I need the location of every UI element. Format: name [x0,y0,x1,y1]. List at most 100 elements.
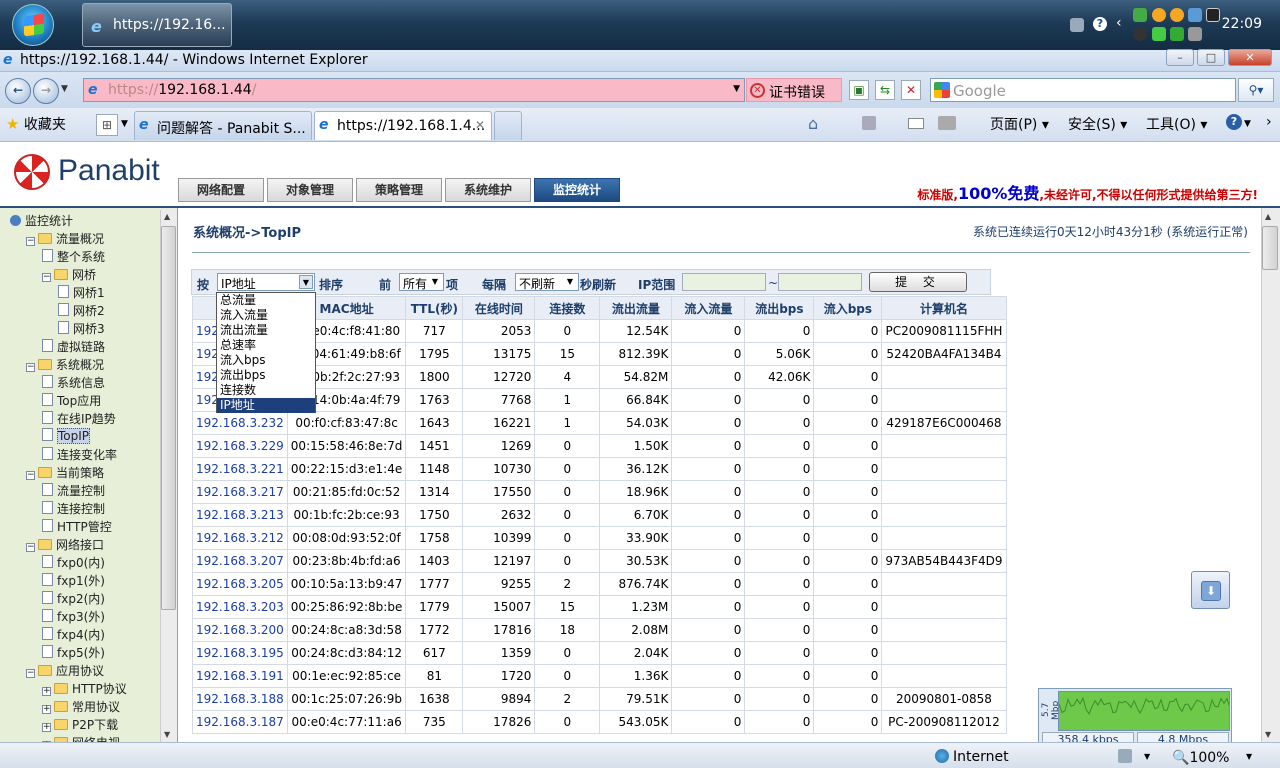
mail-icon[interactable] [908,118,924,129]
app-tray-icon[interactable] [1188,27,1202,41]
ip-link[interactable]: 192.168.3.207 [192,549,288,573]
back-button[interactable]: ← [5,78,31,104]
quick-tabs-button[interactable]: ⊞ [96,114,118,136]
app-tray-icon[interactable] [1133,27,1147,41]
sidebar-item[interactable]: 网桥1 [58,284,105,301]
ip-link[interactable]: 192.168.3.229 [192,434,288,458]
ip-link[interactable]: 192.168.3.205 [192,572,288,596]
arrow-tray-icon[interactable] [1152,27,1166,41]
tab-list-dropdown-icon[interactable]: ▼ [121,119,128,129]
ip-link[interactable]: 192.168.3.221 [192,457,288,481]
scroll-down-icon[interactable]: ▼ [1265,730,1271,739]
scroll-down-icon[interactable]: ▼ [164,730,170,739]
sidebar-item[interactable]: 连接控制 [42,500,105,517]
ip-range-start-input[interactable] [682,273,766,291]
start-button[interactable] [12,4,54,46]
expand-icon[interactable]: + [42,705,51,714]
column-header[interactable]: 流出流量 [599,296,673,320]
help-dropdown-icon[interactable]: ▼ [1244,119,1251,129]
sidebar-item[interactable]: 在线IP趋势 [42,410,116,427]
column-header[interactable]: 计算机名 [881,296,1007,320]
ip-link[interactable]: 192.168.3.212 [192,526,288,550]
app-tray-icon[interactable] [1170,27,1184,41]
sidebar-item[interactable]: 流量控制 [42,482,105,499]
sort-option[interactable]: 流入流量 [217,308,315,323]
compatibility-icon[interactable]: ▣ [849,80,869,100]
home-icon[interactable]: ⌂ [808,114,818,133]
hfs-icon[interactable] [1206,8,1220,22]
safety-menu[interactable]: 安全(S) ▾ [1068,114,1127,134]
sidebar-item[interactable]: 连接变化率 [42,446,117,463]
collapse-icon[interactable]: − [26,471,35,480]
ip-link[interactable]: 192.168.3.200 [192,618,288,642]
sidebar-item[interactable]: fxp1(外) [42,572,105,589]
column-header[interactable]: TTL(秒) [405,296,464,320]
clock[interactable]: 22:09 [1222,16,1262,32]
collapse-icon[interactable]: − [26,543,35,552]
sidebar-item[interactable]: + 常用协议 [42,698,120,715]
sidebar-item[interactable]: fxp3(外) [42,608,105,625]
sidebar-item[interactable]: − 流量概况 [26,230,104,247]
collapse-icon[interactable]: − [42,273,51,282]
sidebar-item[interactable]: 虚拟链路 [42,338,105,355]
ip-link[interactable]: 192.168.3.187 [192,710,288,734]
column-header[interactable]: 流入bps [813,296,883,320]
expand-icon[interactable]: + [42,723,51,732]
minimize-button[interactable]: – [1166,49,1194,66]
maximize-button[interactable]: □ [1197,49,1225,66]
zoom-level[interactable]: 🔍100% [1172,750,1229,766]
expand-icon[interactable]: + [42,687,51,696]
refresh-interval-select[interactable]: 不刷新 ▼ [515,273,579,291]
page-menu[interactable]: 页面(P) ▾ [990,114,1049,134]
chevron-down-icon[interactable]: ▼ [1144,752,1150,761]
sidebar-item[interactable]: − 网桥 [42,266,96,283]
sidebar-item[interactable]: + P2P下载 [42,716,118,733]
ip-link[interactable]: 192.168.3.195 [192,641,288,665]
collapse-icon[interactable]: − [26,363,35,372]
sidebar-item[interactable]: HTTP管控 [42,518,112,535]
sort-field-select[interactable]: IP地址 ▼ [217,273,315,291]
ip-link[interactable]: 192.168.3.217 [192,480,288,504]
feeds-icon[interactable] [862,116,876,130]
forward-button[interactable]: → [33,78,59,104]
sidebar-item[interactable]: − 系统概况 [26,356,104,373]
collapse-icon[interactable]: − [26,237,35,246]
column-header[interactable]: 连接数 [534,296,601,320]
sidebar-item[interactable]: fxp2(内) [42,590,105,607]
address-dropdown-icon[interactable]: ▼ [733,84,740,94]
nav-monitoring-stats[interactable]: 监控统计 [534,178,620,202]
sidebar-item[interactable]: − 当前策略 [26,464,104,481]
nav-object-management[interactable]: 对象管理 [267,178,353,202]
tray-expand-icon[interactable]: ‹ [1116,15,1122,31]
ip-link[interactable]: 192.168.3.203 [192,595,288,619]
tools-menu[interactable]: 工具(O) ▾ [1146,114,1207,134]
search-button[interactable]: ⚲▾ [1238,78,1274,102]
column-header[interactable]: 在线时间 [462,296,536,320]
ip-link[interactable]: 192.168.3.191 [192,664,288,688]
sort-option[interactable]: 流出bps [217,368,315,383]
help-icon[interactable]: ? [1226,114,1242,130]
collapse-icon[interactable]: − [26,669,35,678]
chevron-down-icon[interactable]: ▼ [1246,752,1252,761]
sidebar-item[interactable]: 网桥3 [58,320,105,337]
qq-icon[interactable] [1170,8,1184,22]
network-icon[interactable] [1070,18,1084,32]
scroll-up-icon[interactable]: ▲ [164,212,170,221]
sort-option[interactable]: 总流量 [217,293,315,308]
main-scroll-thumb[interactable] [1262,226,1278,270]
app-tray-icon[interactable] [1133,8,1147,22]
top-count-select[interactable]: 所有 ▼ [399,273,444,291]
close-tab-icon[interactable]: ✕ [475,118,485,132]
help-icon[interactable]: ? [1093,17,1107,31]
stop-icon[interactable]: ✕ [901,80,921,100]
column-header[interactable]: 流入流量 [671,296,746,320]
submit-button[interactable]: 提 交 [869,272,967,292]
sidebar-item[interactable]: Top应用 [42,392,101,409]
sort-option[interactable]: 流入bps [217,353,315,368]
scroll-up-icon[interactable]: ▲ [1265,212,1271,221]
print-icon[interactable] [938,116,956,130]
sort-option[interactable]: IP地址 [217,398,315,413]
tab-current[interactable]: e https://192.168.1.4... ✕ [314,111,492,140]
ip-link[interactable]: 192.168.3.232 [192,411,288,435]
new-tab-button[interactable] [494,111,522,140]
